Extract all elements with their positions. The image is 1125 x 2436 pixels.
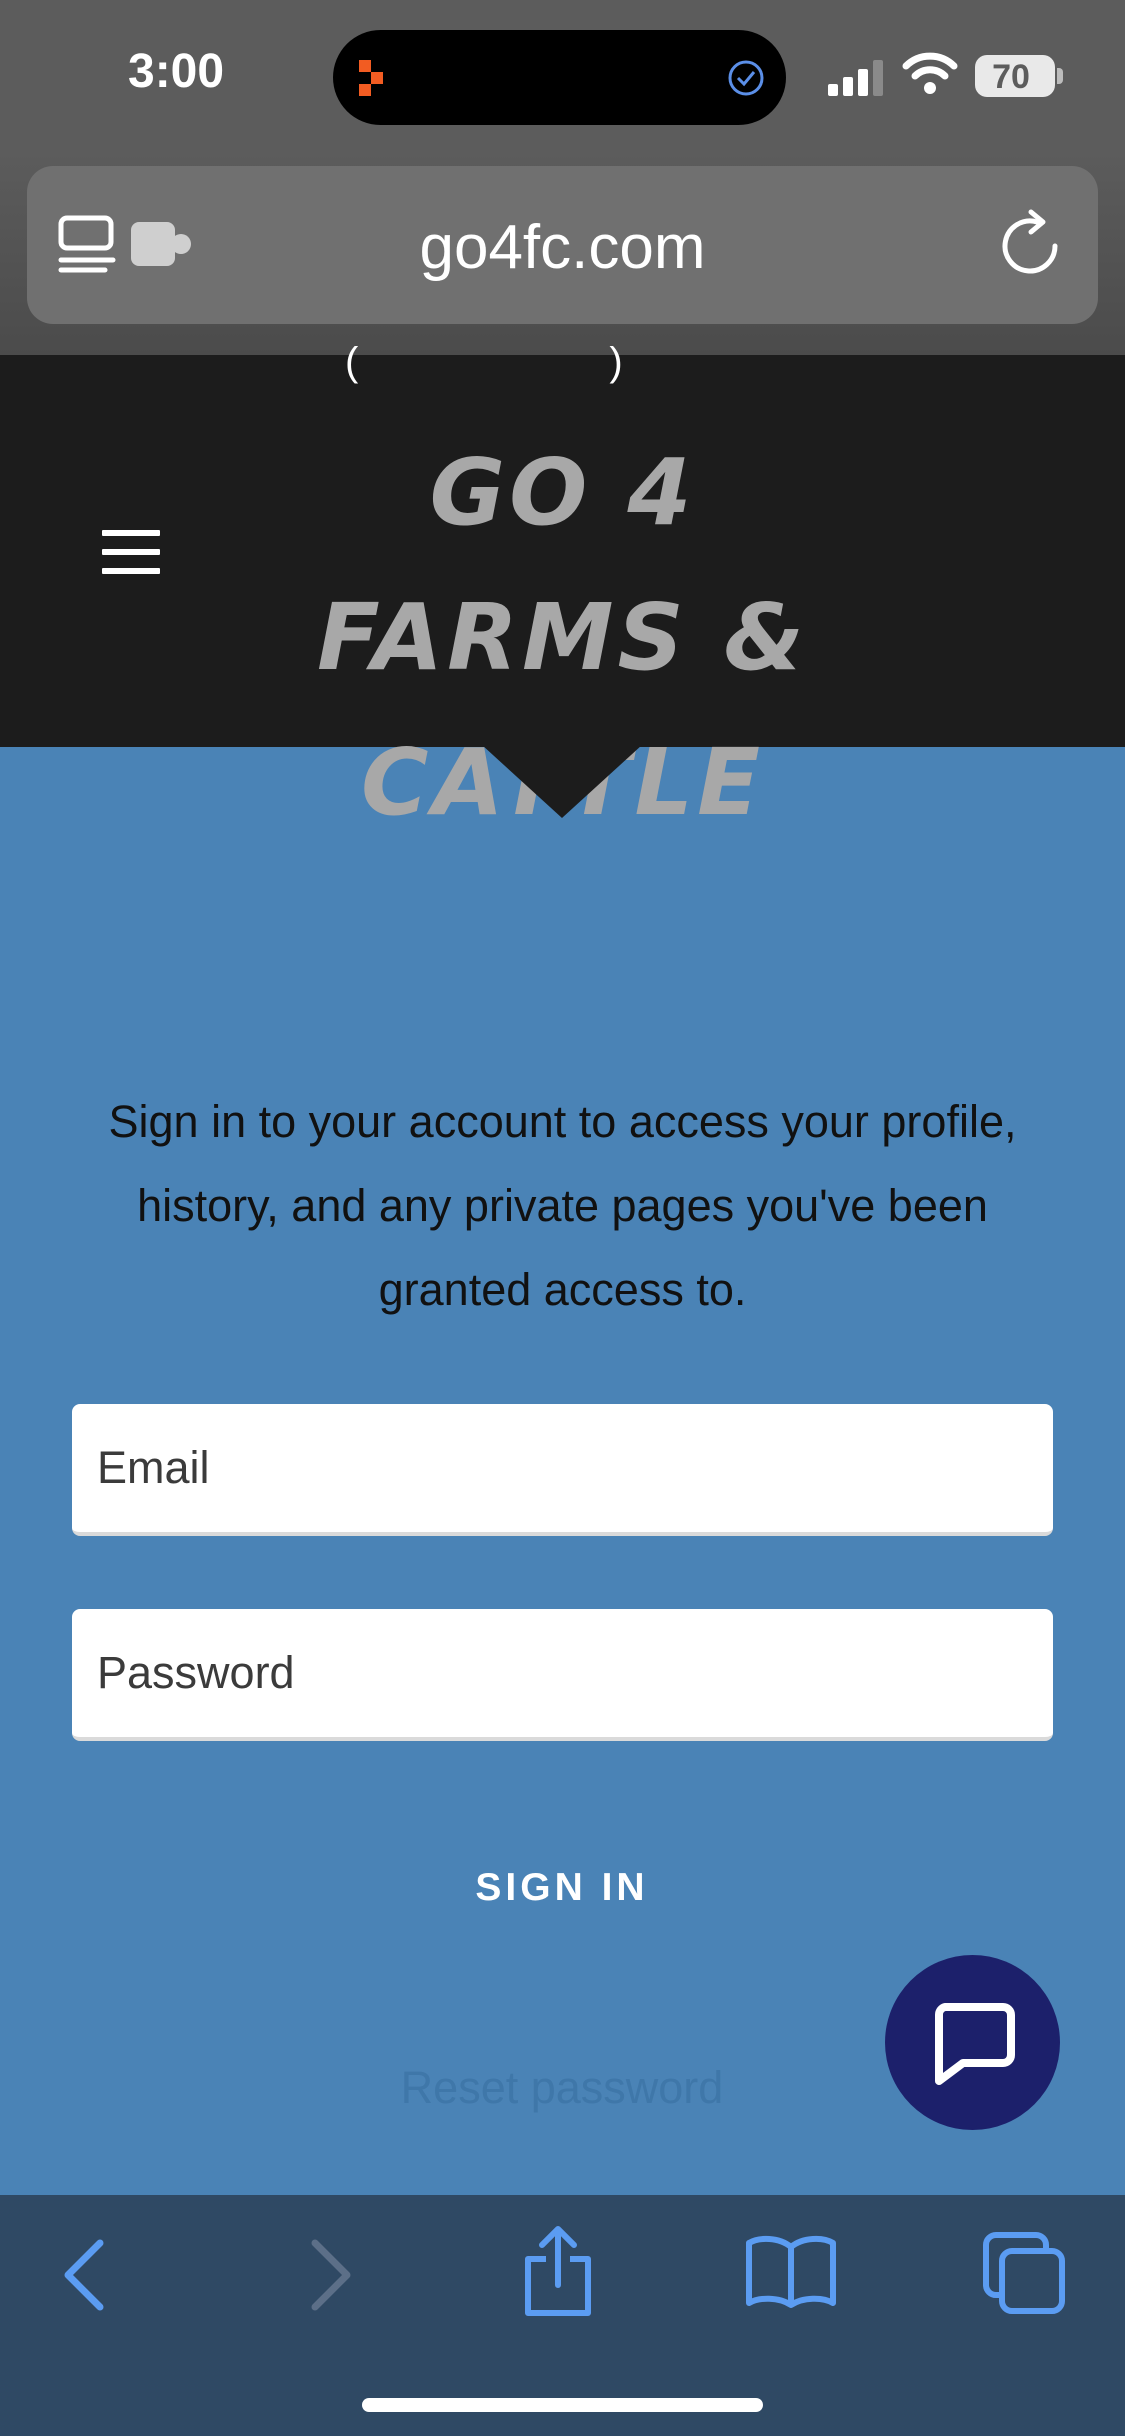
status-time: 3:00 [128,45,225,98]
password-field[interactable] [72,1609,1053,1741]
share-icon[interactable] [520,2225,596,2321]
bookmarks-icon[interactable] [745,2233,837,2309]
brand-line-1: GO 4 FARMS & [316,439,809,691]
battery-level: 70 [992,58,1030,96]
reload-icon[interactable] [997,208,1067,282]
email-field[interactable] [72,1404,1053,1536]
signin-intro-text: Sign in to your account to access your p… [108,1096,1017,1315]
battery-nub [1057,68,1063,84]
menu-icon[interactable] [102,530,160,574]
url-text[interactable]: go4fc.com [27,212,1098,283]
home-indicator[interactable] [362,2398,763,2412]
app-activity-icon [359,60,383,96]
header-pointer [482,745,642,818]
dynamic-island [333,30,786,125]
reset-password-link[interactable]: Reset password [312,2062,812,2114]
address-bar[interactable]: go4fc.com [27,166,1098,324]
header-partial-text: ( ) [345,340,743,384]
tabs-icon[interactable] [982,2231,1066,2315]
battery-indicator: 70 [975,55,1055,97]
forward-icon[interactable] [305,2235,355,2315]
sign-in-button[interactable]: SIGN IN [362,1866,762,1910]
email-input[interactable] [72,1404,1053,1532]
password-input[interactable] [72,1609,1053,1737]
wifi-icon [902,52,958,94]
chat-bubble-icon [935,2003,1015,2085]
cellular-signal-icon [828,60,883,96]
checkmark-circle-icon [728,60,764,96]
chat-button[interactable] [885,1955,1060,2130]
back-icon[interactable] [60,2235,110,2315]
